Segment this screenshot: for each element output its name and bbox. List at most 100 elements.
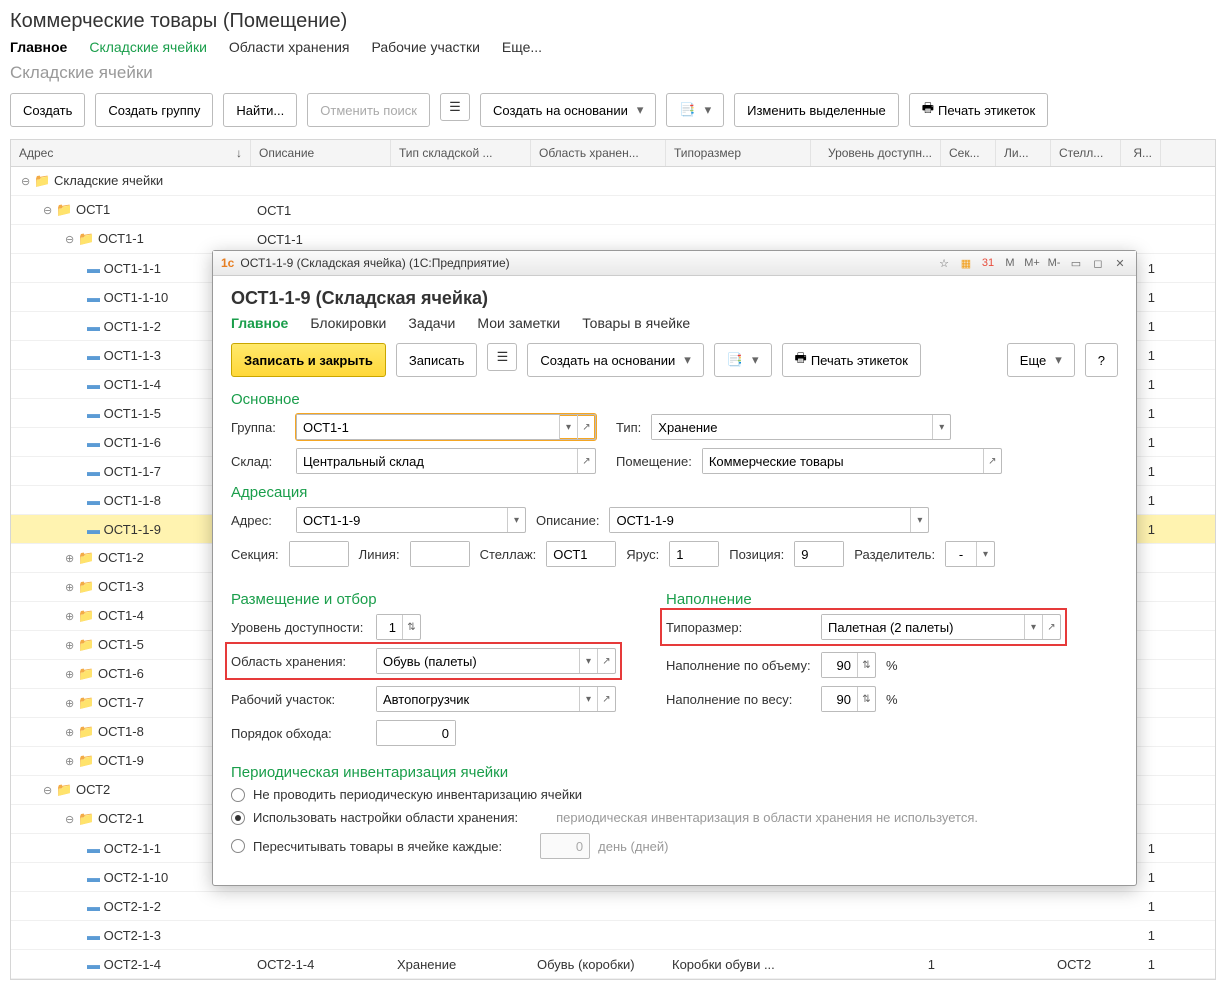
open-icon[interactable]: ↗ [983, 449, 1001, 473]
expand-icon[interactable]: ⊕ [65, 756, 74, 768]
tab-areas[interactable]: Области хранения [229, 39, 350, 55]
help-button[interactable]: ? [1085, 343, 1118, 377]
dlg-print-labels-button[interactable]: 🖶Печать этикеток [782, 343, 921, 377]
spinner-icon[interactable]: ⇅ [857, 653, 875, 677]
fill-vol-input[interactable]: ⇅ [821, 652, 876, 678]
expand-icon[interactable]: ⊕ [65, 727, 74, 739]
create-based-button[interactable]: Создать на основании [480, 93, 656, 127]
m-icon[interactable]: M [1002, 255, 1018, 271]
edit-selected-button[interactable]: Изменить выделенные [734, 93, 899, 127]
print-labels-button[interactable]: 🖶Печать этикеток [909, 93, 1048, 127]
chevron-down-icon[interactable]: ▾ [910, 508, 928, 532]
area-input[interactable]: ▾↗ [376, 648, 616, 674]
edi-icon-button[interactable]: 📑 [666, 93, 724, 127]
favorite-icon[interactable]: ☆ [936, 255, 952, 271]
chevron-down-icon[interactable]: ▾ [507, 508, 525, 532]
col-area[interactable]: Область хранен... [531, 140, 666, 166]
col-tier[interactable]: Я... [1121, 140, 1161, 166]
table-row[interactable]: ⊖📁 Складские ячейки [11, 167, 1215, 196]
desc-input[interactable]: ▾ [609, 507, 929, 533]
more-button[interactable]: Еще [1007, 343, 1075, 377]
expand-icon[interactable]: ⊖ [65, 234, 74, 246]
tab-workareas[interactable]: Рабочие участки [372, 39, 480, 55]
create-group-button[interactable]: Создать группу [95, 93, 213, 127]
expand-icon[interactable]: ⊕ [65, 640, 74, 652]
dialog-titlebar[interactable]: 1c ОСТ1-1-9 (Складская ячейка) (1С:Предп… [213, 251, 1136, 276]
tab-main[interactable]: Главное [10, 39, 67, 55]
inv-opt-area[interactable]: Использовать настройки области хранения:… [231, 810, 1118, 825]
expand-icon[interactable]: ⊖ [43, 785, 52, 797]
expand-icon[interactable]: ⊕ [65, 611, 74, 623]
m-minus-icon[interactable]: M- [1046, 255, 1062, 271]
calc-icon[interactable]: ▦ [958, 255, 974, 271]
fill-weight-input[interactable]: ⇅ [821, 686, 876, 712]
inv-opt-every[interactable]: Пересчитывать товары в ячейке каждые: де… [231, 833, 1118, 859]
spinner-icon[interactable]: ⇅ [402, 615, 420, 639]
section-input[interactable] [289, 541, 349, 567]
spinner-icon[interactable]: ⇅ [857, 687, 875, 711]
tab-more[interactable]: Еще... [502, 39, 542, 55]
order-input[interactable] [376, 720, 456, 746]
open-icon[interactable]: ↗ [1042, 615, 1060, 639]
chevron-down-icon[interactable]: ▾ [579, 649, 597, 673]
open-icon[interactable]: ↗ [577, 415, 595, 439]
inv-opt-none[interactable]: Не проводить периодическую инвентаризаци… [231, 787, 1118, 802]
type-input[interactable]: ▾ [651, 414, 951, 440]
dlg-edi-button[interactable]: 📑 [714, 343, 772, 377]
dlg-tab-main[interactable]: Главное [231, 315, 288, 331]
sep-input[interactable]: ▾ [945, 541, 995, 567]
calendar-icon[interactable]: 31 [980, 255, 996, 271]
open-icon[interactable]: ↗ [597, 649, 615, 673]
line-input[interactable] [410, 541, 470, 567]
address-input[interactable]: ▾ [296, 507, 526, 533]
warehouse-input[interactable]: ↗ [296, 448, 596, 474]
rack-input[interactable] [546, 541, 616, 567]
col-level[interactable]: Уровень доступн... [811, 140, 941, 166]
expand-icon[interactable]: ⊕ [65, 582, 74, 594]
size-input[interactable]: ▾↗ [821, 614, 1061, 640]
expand-icon[interactable]: ⊖ [21, 176, 30, 188]
expand-icon[interactable]: ⊖ [65, 814, 74, 826]
pos-input[interactable] [794, 541, 844, 567]
col-line[interactable]: Ли... [996, 140, 1051, 166]
chevron-down-icon[interactable]: ▾ [579, 687, 597, 711]
col-section[interactable]: Сек... [941, 140, 996, 166]
group-input[interactable]: ▾ ↗ [296, 414, 596, 440]
expand-icon[interactable]: ⊕ [65, 669, 74, 681]
level-input[interactable]: ⇅ [376, 614, 421, 640]
table-row[interactable]: ▬ ОСТ2-1-31 [11, 921, 1215, 950]
chevron-down-icon[interactable]: ▾ [559, 415, 577, 439]
dlg-tab-blocks[interactable]: Блокировки [310, 315, 386, 331]
chevron-down-icon[interactable]: ▾ [976, 542, 994, 566]
table-row[interactable]: ⊖📁 ОСТ1ОСТ1 [11, 196, 1215, 225]
dlg-tab-goods[interactable]: Товары в ячейке [582, 315, 690, 331]
table-row[interactable]: ▬ ОСТ2-1-21 [11, 892, 1215, 921]
col-description[interactable]: Описание [251, 140, 391, 166]
expand-icon[interactable]: ⊖ [43, 205, 52, 217]
close-icon[interactable]: ✕ [1112, 255, 1128, 271]
open-icon[interactable]: ↗ [577, 449, 595, 473]
list-icon[interactable]: ☰ [487, 343, 517, 371]
col-size[interactable]: Типоразмер [666, 140, 811, 166]
col-type[interactable]: Тип складской ... [391, 140, 531, 166]
col-rack[interactable]: Стелл... [1051, 140, 1121, 166]
tier-input[interactable] [669, 541, 719, 567]
find-button[interactable]: Найти... [223, 93, 297, 127]
chevron-down-icon[interactable]: ▾ [1024, 615, 1042, 639]
list-mode-icon[interactable]: ☰ [440, 93, 470, 121]
create-button[interactable]: Создать [10, 93, 85, 127]
chevron-down-icon[interactable]: ▾ [932, 415, 950, 439]
room-input[interactable]: ↗ [702, 448, 1002, 474]
dlg-tab-tasks[interactable]: Задачи [408, 315, 455, 331]
open-icon[interactable]: ↗ [597, 687, 615, 711]
m-plus-icon[interactable]: M+ [1024, 255, 1040, 271]
cancel-search-button[interactable]: Отменить поиск [307, 93, 430, 127]
table-row[interactable]: ▬ ОСТ2-1-4ОСТ2-1-4ХранениеОбувь (коробки… [11, 950, 1215, 979]
dlg-tab-notes[interactable]: Мои заметки [477, 315, 560, 331]
tab-cells[interactable]: Складские ячейки [89, 39, 207, 55]
save-close-button[interactable]: Записать и закрыть [231, 343, 386, 377]
dlg-create-based-button[interactable]: Создать на основании [527, 343, 703, 377]
maximize-icon[interactable]: ◻ [1090, 255, 1106, 271]
expand-icon[interactable]: ⊕ [65, 553, 74, 565]
save-button[interactable]: Записать [396, 343, 478, 377]
